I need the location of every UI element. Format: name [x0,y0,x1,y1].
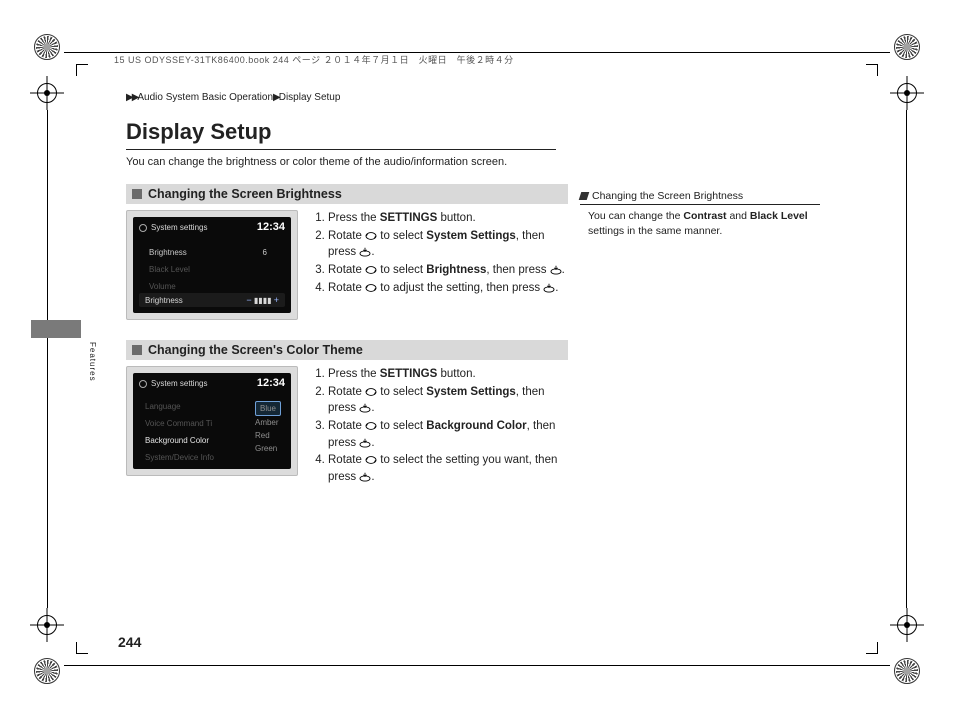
sidebar-note: Changing the Screen Brightness You can c… [580,190,820,238]
press-button-icon [359,438,371,448]
lead-text: You can change the brightness or color t… [126,156,556,168]
rotate-dial-icon [365,265,377,275]
side-label: Features [88,342,97,382]
subhead-brightness: Changing the Screen Brightness [126,184,568,204]
rotate-dial-icon [365,231,377,241]
rotate-dial-icon [365,283,377,293]
rotate-dial-icon [365,387,377,397]
steps-brightness: Press the SETTINGS button. Rotate to sel… [312,210,566,297]
press-button-icon [359,247,371,257]
press-button-icon [543,283,555,293]
screenshot-brightness: System settings 12:34 Brightness6 Black … [126,210,298,320]
rotate-dial-icon [365,455,377,465]
press-button-icon [550,265,562,275]
steps-color-theme: Press the SETTINGS button. Rotate to sel… [312,366,566,487]
page-title: Display Setup [126,119,556,150]
minus-icon: − [246,295,251,305]
print-header: 15 US ODYSSEY-31TK86400.book 244 ページ ２０１… [114,53,514,66]
press-button-icon [359,472,371,482]
plus-icon: + [274,295,279,305]
screenshot-color-theme: System settings 12:34 Language Voice Com… [126,366,298,476]
page-number: 244 [118,634,141,650]
rotate-dial-icon [365,421,377,431]
chapter-tab [31,320,81,338]
breadcrumb: ▶▶Audio System Basic Operation▶Display S… [126,92,826,103]
press-button-icon [359,403,371,413]
subhead-color-theme: Changing the Screen's Color Theme [126,340,568,360]
